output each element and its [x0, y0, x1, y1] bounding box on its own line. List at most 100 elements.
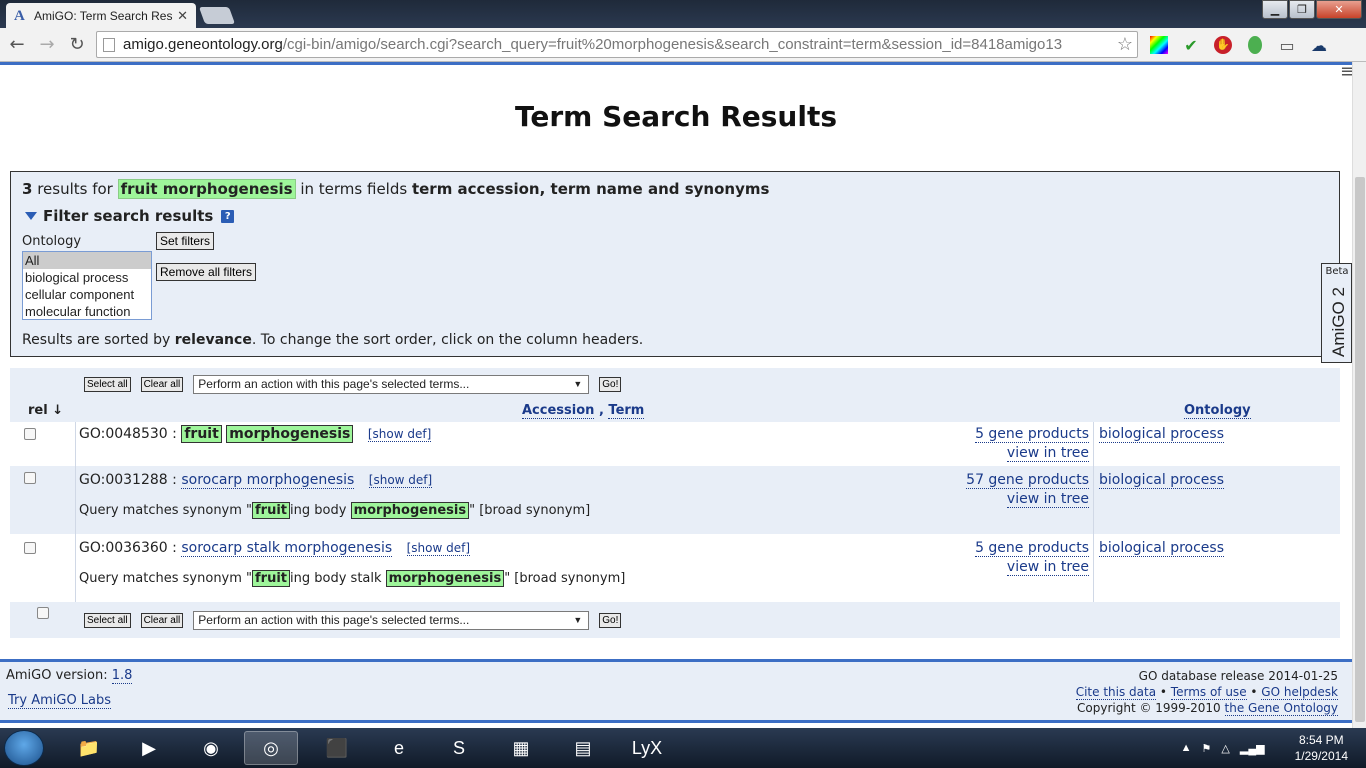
header-rule: [0, 62, 1352, 65]
dropdown-arrow-icon: ▼: [573, 615, 583, 625]
acrobat-taskbar-icon[interactable]: ⬛: [310, 731, 364, 765]
tray-signal-icon[interactable]: ▂▄▆: [1240, 742, 1265, 755]
amigo2-beta-tab[interactable]: Beta AmiGO 2: [1321, 263, 1352, 363]
select-all-button[interactable]: Select all: [84, 612, 131, 628]
action-select[interactable]: Perform an action with this page's selec…: [193, 610, 590, 630]
tab-close-icon[interactable]: ✕: [177, 8, 188, 24]
browser-tab[interactable]: A AmiGO: Term Search Resu ✕: [6, 3, 196, 28]
explorer-taskbar-icon[interactable]: 📁: [62, 731, 116, 765]
cite-link[interactable]: Cite this data: [1075, 685, 1157, 700]
search-summary-box: 3 results for fruit morphogenesis in ter…: [10, 171, 1340, 357]
rel-column-header[interactable]: rel ↓: [28, 403, 63, 418]
apps-grid-taskbar-icon[interactable]: ▦: [494, 731, 548, 765]
go-button[interactable]: Go!: [599, 376, 622, 392]
row-checkbox[interactable]: [24, 428, 36, 440]
window-close-button[interactable]: ✕: [1316, 0, 1362, 19]
forward-button[interactable]: →: [34, 32, 60, 58]
window-controls: ▁ ❐ ✕: [1261, 0, 1362, 19]
cast-icon[interactable]: ▭: [1274, 32, 1300, 58]
page-icon: [103, 37, 115, 52]
scrollbar-thumb[interactable]: [1355, 177, 1365, 722]
gene-products-link[interactable]: 57 gene products: [966, 472, 1089, 489]
view-in-tree-link[interactable]: view in tree: [1006, 445, 1089, 462]
ontology-option[interactable]: All: [23, 252, 151, 269]
gene-products-link[interactable]: 5 gene products: [975, 540, 1089, 557]
bookmark-star-icon[interactable]: ☆: [1116, 34, 1133, 55]
results-summary: 3 results for fruit morphogenesis in ter…: [22, 179, 770, 199]
select-all-button[interactable]: Select all: [84, 376, 131, 392]
term-link[interactable]: morphogenesis: [226, 425, 354, 443]
gene-products-link[interactable]: 5 gene products: [975, 426, 1089, 443]
ontology-cell: biological process: [1099, 540, 1224, 557]
adblock-extension-icon[interactable]: ✋: [1210, 32, 1236, 58]
gene-products-cell: 5 gene products view in tree: [975, 540, 1089, 578]
show-def-link[interactable]: [show def]: [406, 541, 471, 556]
tray-icons: ▲ ⚑ △ ▂▄▆: [1171, 742, 1265, 755]
taskbar-clock[interactable]: 8:54 PM 1/29/2014: [1295, 732, 1348, 764]
term-accession: GO:0036360: [79, 540, 168, 556]
go-button[interactable]: Go!: [599, 612, 622, 628]
clock-date: 1/29/2014: [1294, 749, 1348, 763]
help-icon[interactable]: ?: [221, 209, 235, 223]
color-picker-extension-icon[interactable]: [1146, 32, 1172, 58]
ontology-option[interactable]: cellular component: [23, 286, 151, 303]
action-select[interactable]: Perform an action with this page's selec…: [193, 374, 590, 394]
helpdesk-link[interactable]: GO helpdesk: [1261, 685, 1338, 700]
tray-expand-icon[interactable]: ▲: [1181, 742, 1192, 755]
amigo-labs-link[interactable]: Try AmiGO Labs: [8, 693, 112, 709]
view-in-tree-link[interactable]: view in tree: [1006, 559, 1089, 576]
ontology-link[interactable]: biological process: [1099, 426, 1224, 443]
term-sort-link[interactable]: Term: [608, 403, 645, 419]
tray-flag-icon[interactable]: ⚑: [1202, 742, 1212, 755]
select-all-checkbox[interactable]: [37, 607, 49, 619]
term-line: GO:0048530 : fruit morphogenesis [show d…: [79, 425, 432, 443]
firefox-taskbar-icon[interactable]: ◉: [184, 731, 238, 765]
evernote-extension-icon[interactable]: [1242, 32, 1268, 58]
gene-ontology-link[interactable]: the Gene Ontology: [1224, 701, 1338, 716]
row-checkbox[interactable]: [24, 542, 36, 554]
footer-bottom-rule: [0, 720, 1352, 723]
clear-all-button[interactable]: Clear all: [140, 376, 184, 392]
filter-toggle[interactable]: Filter search results ?: [25, 207, 235, 225]
remove-filters-button[interactable]: Remove all filters: [156, 263, 257, 281]
minimize-button[interactable]: ▁: [1262, 0, 1288, 19]
address-bar[interactable]: amigo.geneontology.org/cgi-bin/amigo/sea…: [96, 31, 1138, 58]
version-link[interactable]: 1.8: [111, 668, 133, 684]
chrome-taskbar-icon[interactable]: ◎: [244, 731, 298, 765]
lyx-taskbar-icon[interactable]: LyX: [620, 731, 674, 765]
maximize-button[interactable]: ❐: [1289, 0, 1315, 19]
synonym-match: Query matches synonym " fruit ing body sta…: [79, 570, 626, 587]
view-in-tree-link[interactable]: view in tree: [1006, 491, 1089, 508]
ie-taskbar-icon[interactable]: e: [372, 731, 426, 765]
terms-link[interactable]: Terms of use: [1170, 685, 1247, 700]
reload-button[interactable]: ↻: [64, 32, 90, 58]
ontology-link[interactable]: biological process: [1099, 472, 1224, 489]
set-filters-button[interactable]: Set filters: [156, 232, 215, 250]
top-action-row: Select all Clear all Perform an action w…: [84, 374, 622, 394]
back-button[interactable]: ←: [4, 32, 30, 58]
term-link[interactable]: sorocarp stalk morphogenesis: [181, 540, 393, 557]
ontology-select[interactable]: All biological process cellular componen…: [22, 251, 152, 320]
checkmark-extension-icon[interactable]: ✔: [1178, 32, 1204, 58]
start-button[interactable]: [4, 730, 44, 766]
ontology-link[interactable]: biological process: [1099, 540, 1224, 557]
row-checkbox[interactable]: [24, 472, 36, 484]
notes-taskbar-icon[interactable]: ▤: [556, 731, 610, 765]
sublime-taskbar-icon[interactable]: S: [432, 731, 486, 765]
clear-all-button[interactable]: Clear all: [140, 612, 184, 628]
media-player-taskbar-icon[interactable]: ▶: [122, 731, 176, 765]
page-footer: AmiGO version: 1.8 Try AmiGO Labs GO dat…: [0, 662, 1352, 720]
browser-toolbar: ← → ↻ amigo.geneontology.org/cgi-bin/ami…: [0, 28, 1366, 82]
tray-drive-icon[interactable]: △: [1221, 742, 1229, 755]
ontology-option[interactable]: molecular function: [23, 303, 151, 319]
ontology-sort-link[interactable]: Ontology: [1184, 403, 1251, 419]
term-link[interactable]: sorocarp morphogenesis: [181, 472, 355, 489]
term-link[interactable]: fruit: [181, 425, 222, 443]
accession-sort-link[interactable]: Accession: [522, 403, 595, 419]
page-scrollbar[interactable]: [1352, 62, 1366, 730]
cloud-extension-icon[interactable]: ☁: [1306, 32, 1332, 58]
ontology-option[interactable]: biological process: [23, 269, 151, 286]
show-def-link[interactable]: [show def]: [367, 427, 432, 442]
new-tab-button[interactable]: [198, 7, 236, 24]
show-def-link[interactable]: [show def]: [368, 473, 433, 488]
